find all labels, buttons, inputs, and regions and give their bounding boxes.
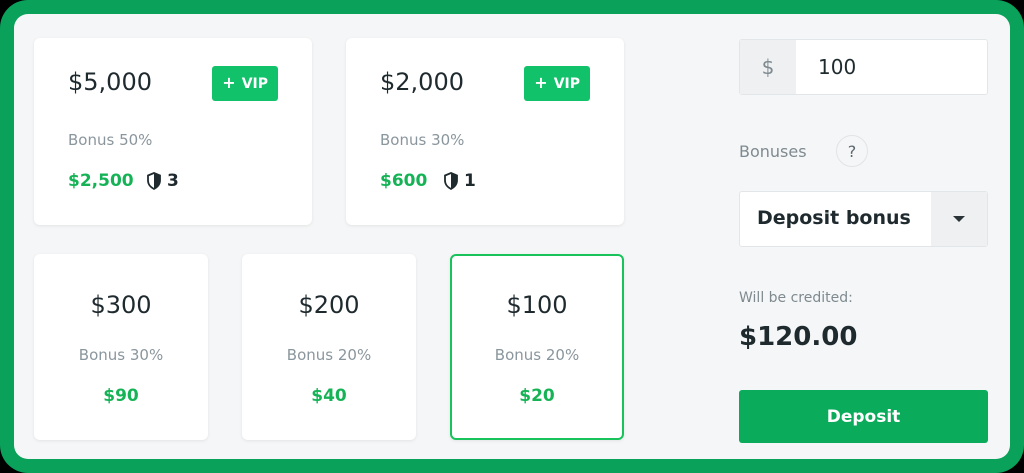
shield-count: 1 <box>444 171 476 191</box>
bonus-value: $20 <box>519 386 555 406</box>
shield-icon <box>444 172 458 190</box>
deposit-window: $5,000 + VIP Bonus 50% $2,500 3 $2,000 + V… <box>0 0 1024 473</box>
vip-package-card-5000[interactable]: $5,000 + VIP Bonus 50% $2,500 3 <box>34 38 312 225</box>
shield-count: 3 <box>147 171 179 191</box>
shield-count-value: 3 <box>167 171 179 191</box>
shield-icon <box>147 172 161 190</box>
package-card-100-selected[interactable]: $100 Bonus 20% $20 <box>450 254 624 440</box>
bonus-select-value: Deposit bonus <box>757 207 911 229</box>
package-amount: $300 <box>90 291 152 319</box>
vip-badge[interactable]: + VIP <box>212 66 278 101</box>
credited-label: Will be credited: <box>739 290 853 306</box>
bonus-value: $600 <box>380 171 428 191</box>
package-amount: $2,000 <box>380 68 464 96</box>
dropdown-toggle[interactable] <box>931 192 987 246</box>
credited-value: $120.00 <box>739 322 858 352</box>
package-amount: $5,000 <box>68 68 152 96</box>
bonus-value: $2,500 <box>68 171 134 191</box>
package-card-300[interactable]: $300 Bonus 30% $90 <box>34 254 208 440</box>
package-amount: $100 <box>506 291 568 319</box>
bonus-percent: Bonus 50% <box>68 131 153 149</box>
package-card-200[interactable]: $200 Bonus 20% $40 <box>242 254 416 440</box>
deposit-button[interactable]: Deposit <box>739 390 988 443</box>
vip-label: VIP <box>553 76 580 92</box>
vip-label: VIP <box>241 76 268 92</box>
bonus-select[interactable]: Deposit bonus <box>739 191 988 247</box>
bonus-value: $40 <box>311 386 347 406</box>
question-icon: ? <box>847 141 857 161</box>
bonus-percent: Bonus 20% <box>494 346 580 364</box>
package-amount: $200 <box>298 291 360 319</box>
vip-badge[interactable]: + VIP <box>524 66 590 101</box>
bonus-percent: Bonus 30% <box>78 346 164 364</box>
deposit-panel: $5,000 + VIP Bonus 50% $2,500 3 $2,000 + V… <box>14 14 1010 459</box>
amount-field: $ <box>739 39 988 95</box>
plus-icon: + <box>534 73 548 92</box>
shield-count-value: 1 <box>464 171 476 191</box>
help-button[interactable]: ? <box>836 135 868 167</box>
bonuses-label: Bonuses <box>739 142 807 161</box>
caret-down-icon <box>953 216 965 222</box>
amount-input[interactable] <box>796 40 986 94</box>
bonus-percent: Bonus 20% <box>286 346 372 364</box>
plus-icon: + <box>222 73 236 92</box>
vip-package-card-2000[interactable]: $2,000 + VIP Bonus 30% $600 1 <box>346 38 624 225</box>
bonus-percent: Bonus 30% <box>380 131 465 149</box>
bonus-value: $90 <box>103 386 139 406</box>
currency-symbol: $ <box>740 40 796 94</box>
